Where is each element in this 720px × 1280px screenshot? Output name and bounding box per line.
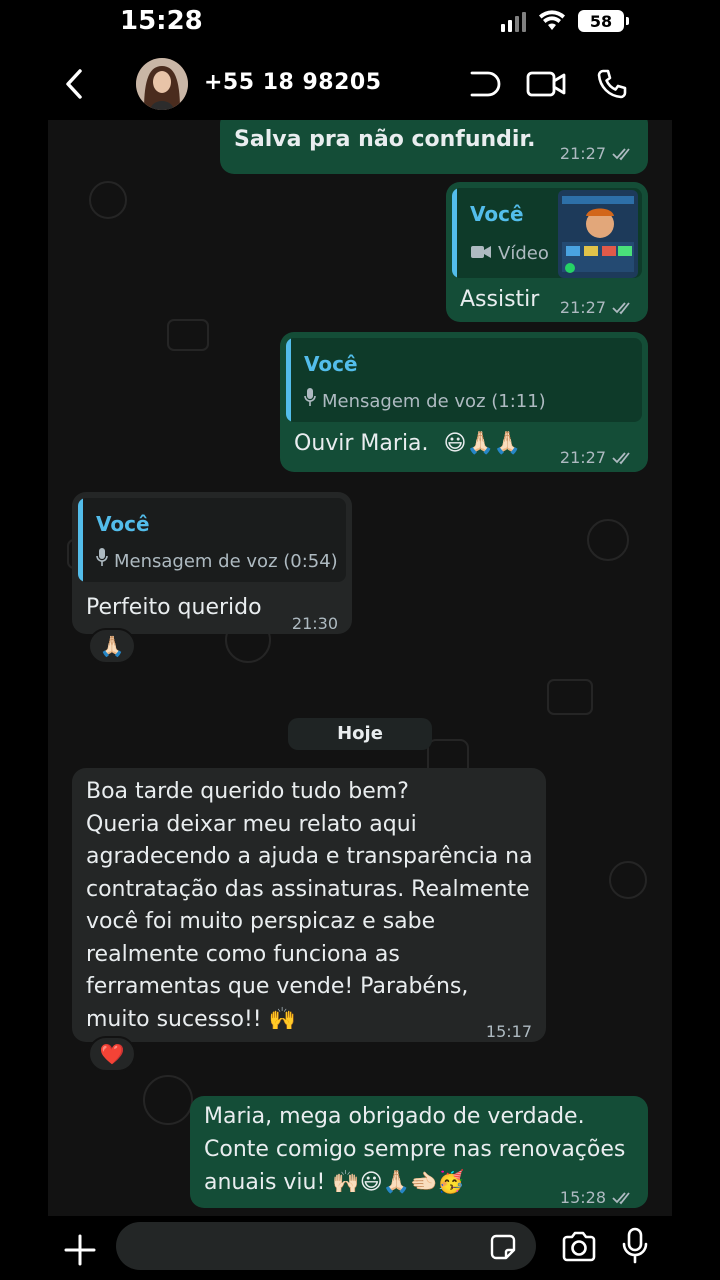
message-bubble-outgoing[interactable]: Salva pra não confundir. 21:27 [220,120,648,174]
message-time: 15:28 [559,1188,606,1207]
message-bubble-outgoing[interactable]: Você Vídeo Assistir 21:27 [446,182,648,322]
message-meta: 15:28 [560,1182,634,1214]
sticker-status-icon[interactable] [464,66,504,102]
message-line: ferramentas que vende! Parabéns, [86,974,469,999]
message-line: você foi muito perspicaz e sabe [86,909,436,934]
read-ticks-icon [612,301,634,315]
quote-bar [452,188,457,278]
message-time: 21:27 [559,144,606,163]
quoted-message[interactable]: Você Mensagem de voz (0:54) [78,498,346,582]
back-arrow-icon[interactable] [58,64,90,104]
quote-bar [78,498,83,582]
message-emoji: 😃🙏🏻🙏🏻 [443,431,522,456]
message-reaction[interactable]: 🙏🏻 [88,628,136,664]
message-time: 21:27 [559,448,606,467]
signal-icon [501,10,526,32]
date-separator: Hoje [288,718,432,750]
chat-header: +55 18 98205 [0,48,720,120]
quote-author: Você [470,202,524,226]
message-text: Ouvir Maria. 😃🙏🏻🙏🏻 [294,428,521,460]
phone-call-icon[interactable] [592,66,632,102]
video-thumbnail [558,190,638,278]
message-composer [0,1216,720,1280]
message-meta: 15:17 [486,1016,532,1048]
message-meta: 21:27 [560,442,634,474]
video-camera-icon [470,238,492,270]
message-bubble-outgoing[interactable]: Maria, mega obrigado de verdade. Conte c… [190,1096,648,1208]
message-line: realmente como funciona as [86,941,400,967]
quote-bar [286,338,291,422]
read-ticks-icon [612,147,634,161]
message-time: 21:27 [559,298,606,317]
quote-author: Você [304,352,358,376]
message-reaction[interactable]: ❤️ [88,1036,136,1072]
wifi-icon [538,10,566,32]
message-line: muito sucesso!! 🙌 [86,1006,297,1032]
message-meta: 21:27 [560,138,634,170]
message-bubble-outgoing[interactable]: Você Mensagem de voz (1:11) Ouvir Maria.… [280,332,648,472]
read-ticks-icon [612,1191,634,1205]
quoted-message[interactable]: Você Mensagem de voz (1:11) [286,338,642,422]
message-text: Salva pra não confundir. [234,127,536,152]
quote-subtitle: Mensagem de voz (1:11) [304,386,546,418]
message-bubble-incoming[interactable]: Boa tarde querido tudo bem? Queria deixa… [72,768,546,1042]
quote-type: Vídeo [498,243,549,264]
quote-author: Você [96,512,150,536]
message-text: Perfeito querido [86,595,262,620]
quote-type: Mensagem de voz (1:11) [322,391,546,412]
battery-indicator: 58 [578,10,629,32]
quoted-message[interactable]: Você Vídeo [452,188,642,278]
contact-name[interactable]: +55 18 98205 [204,70,382,95]
status-icons: 58 [501,10,629,32]
message-line: Maria, mega obrigado de verdade. [204,1104,585,1129]
message-meta: 21:27 [560,292,634,324]
message-line: agradecendo a ajuda e transparência na [86,844,533,869]
message-text: Boa tarde querido tudo bem? Queria deixa… [86,776,533,1036]
plus-icon[interactable] [60,1230,100,1270]
message-input[interactable] [116,1222,536,1270]
status-bar: 15:28 58 [0,0,720,48]
message-time: 21:30 [291,614,338,633]
microphone-icon [304,386,316,418]
microphone-icon[interactable] [620,1226,650,1266]
quote-subtitle: Mensagem de voz (0:54) [96,546,338,578]
message-bubble-incoming[interactable]: Você Mensagem de voz (0:54) Perfeito que… [72,492,352,634]
read-ticks-icon [612,451,634,465]
message-time: 15:17 [485,1022,532,1041]
chat-area[interactable]: Salva pra não confundir. 21:27 Você Víde… [48,120,672,1216]
message-text-body: Ouvir Maria. [294,431,429,456]
quote-subtitle: Vídeo [470,238,549,270]
message-line: Boa tarde querido tudo bem? [86,779,409,804]
message-meta: 21:30 [292,608,338,640]
quote-type: Mensagem de voz (0:54) [114,551,338,572]
avatar[interactable] [136,58,188,110]
message-line: contratação das assinaturas. Realmente [86,876,530,902]
video-call-icon[interactable] [526,66,566,102]
sticker-icon[interactable] [488,1232,518,1262]
camera-icon[interactable] [560,1230,598,1264]
status-time: 15:28 [120,6,203,36]
message-line: Queria deixar meu relato aqui [86,811,417,837]
message-line: Conte comigo sempre nas renovações [204,1137,626,1162]
message-text: Assistir [460,287,540,312]
microphone-icon [96,546,108,578]
